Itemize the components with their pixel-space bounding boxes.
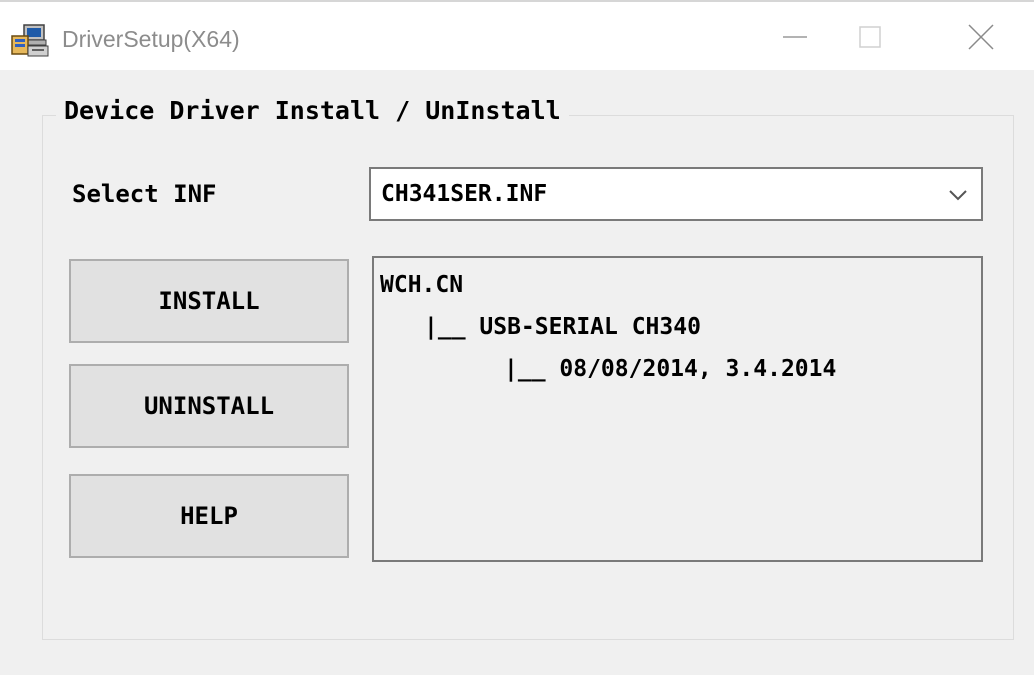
setup-computer-icon	[10, 24, 50, 58]
inf-select-value: CH341SER.INF	[381, 181, 548, 207]
title-bar[interactable]: DriverSetup(X64)	[0, 2, 1034, 70]
info-version-line: |__ 08/08/2014, 3.4.2014	[504, 356, 837, 382]
groupbox-title: Device Driver Install / UnInstall	[56, 96, 569, 125]
close-icon	[968, 24, 994, 50]
maximize-icon	[859, 26, 881, 48]
inf-select-dropdown[interactable]: CH341SER.INF	[369, 167, 983, 221]
driver-setup-window: DriverSetup(X64) Device Driver Install /…	[0, 0, 1034, 675]
maximize-button[interactable]	[835, 12, 905, 62]
close-button[interactable]	[946, 12, 1016, 62]
uninstall-button[interactable]: UNINSTALL	[69, 364, 349, 448]
help-button[interactable]: HELP	[69, 474, 349, 558]
select-inf-label: Select INF	[72, 180, 217, 208]
info-device-line: |__ USB-SERIAL CH340	[424, 314, 701, 340]
minimize-icon	[783, 36, 807, 38]
info-vendor-line: WCH.CN	[380, 272, 464, 298]
window-title: DriverSetup(X64)	[62, 26, 240, 52]
chevron-down-icon[interactable]	[947, 187, 969, 203]
driver-info-box: WCH.CN |__ USB-SERIAL CH340 |__ 08/08/20…	[372, 256, 983, 562]
install-button[interactable]: INSTALL	[69, 259, 349, 343]
minimize-button[interactable]	[760, 12, 830, 62]
